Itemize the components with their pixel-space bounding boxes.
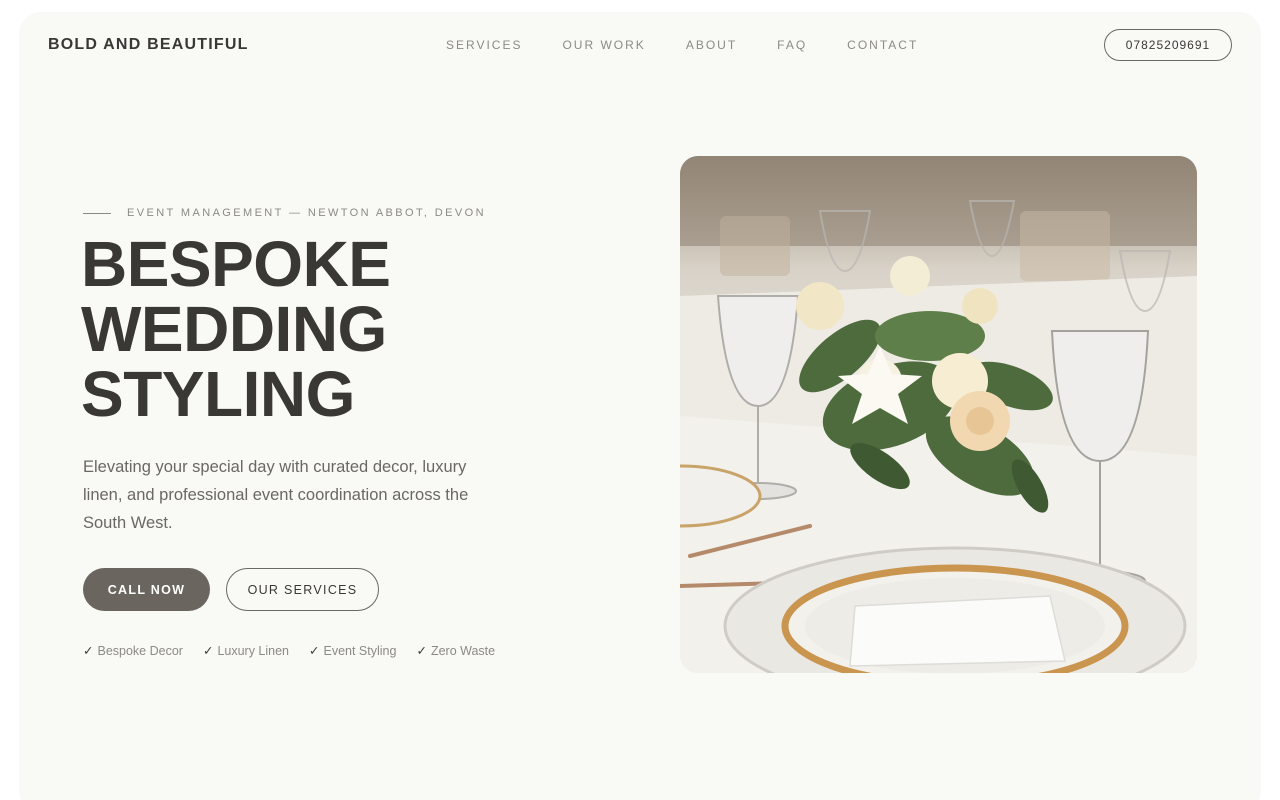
nav-services[interactable]: SERVICES — [446, 38, 522, 52]
nav-about[interactable]: ABOUT — [686, 38, 737, 52]
phone-button[interactable]: 07825209691 — [1104, 29, 1232, 61]
eyebrow-rule — [83, 212, 111, 214]
nav-faq[interactable]: FAQ — [777, 38, 807, 52]
check-icon: ✓ — [309, 644, 320, 658]
feature-item: ✓ Bespoke Decor — [83, 644, 183, 658]
feature-item: ✓ Zero Waste — [416, 644, 496, 658]
eyebrow-text: EVENT MANAGEMENT — NEWTON ABBOT, DEVON — [127, 207, 486, 219]
our-services-button[interactable]: OUR SERVICES — [226, 568, 379, 611]
nav-our-work[interactable]: OUR WORK — [562, 38, 645, 52]
headline-line-1: BESPOKE — [81, 228, 391, 300]
feature-list: ✓ Bespoke Decor ✓ Luxury Linen ✓ Event Styl… — [83, 643, 515, 658]
main-nav: SERVICES OUR WORK ABOUT FAQ CONTACT — [446, 38, 958, 52]
hero-description: Elevating your special day with curated … — [83, 458, 469, 532]
check-icon: ✓ — [202, 644, 214, 658]
brand-logo[interactable]: BOLD AND BEAUTIFUL — [48, 36, 249, 54]
headline-line-2: WEDDING — [81, 293, 387, 365]
hero-image-table-setting — [680, 156, 1197, 673]
hero-eyebrow: EVENT MANAGEMENT — NEWTON ABBOT, DEVON — [83, 207, 486, 219]
headline-line-3: STYLING — [81, 358, 355, 430]
check-icon: ✓ — [416, 644, 427, 658]
nav-contact[interactable]: CONTACT — [847, 38, 918, 52]
feature-item: ✓ Luxury Linen — [202, 644, 290, 658]
check-icon: ✓ — [83, 644, 94, 658]
call-now-button[interactable]: CALL NOW — [83, 568, 210, 611]
feature-item: ✓ Event Styling — [309, 644, 397, 658]
hero-headline: BESPOKE WEDDING STYLING — [81, 232, 601, 427]
